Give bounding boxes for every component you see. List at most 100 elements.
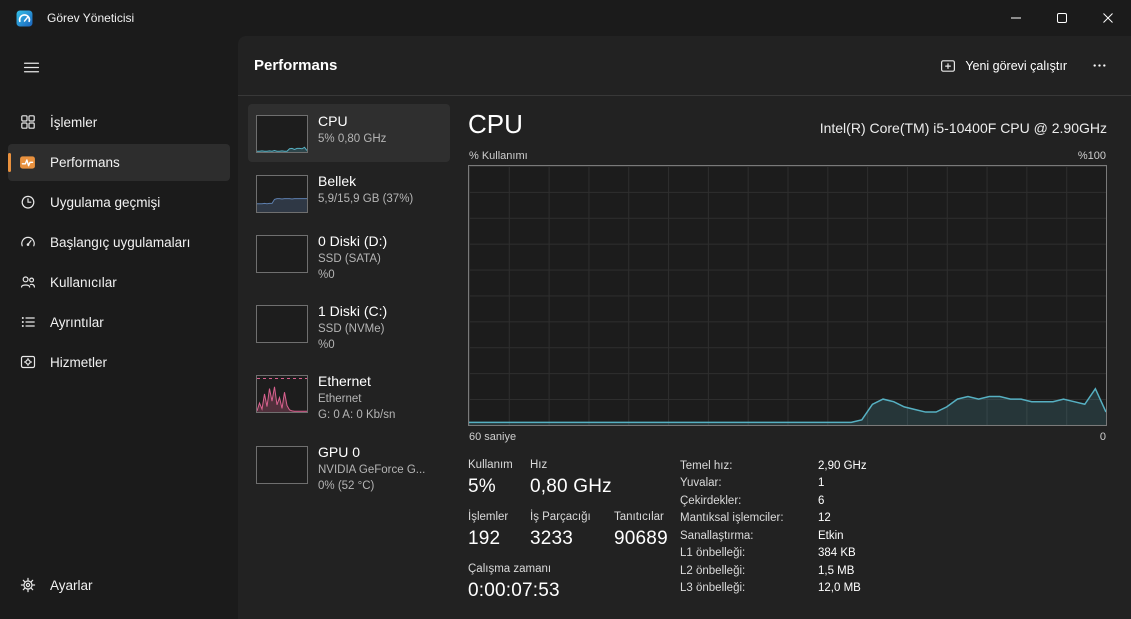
cpu-detail-title: CPU bbox=[468, 110, 523, 140]
graph-y-max-label: %100 bbox=[1078, 150, 1106, 162]
sidebar-item-label: Uygulama geçmişi bbox=[50, 195, 160, 210]
spec-label: Yuvalar: bbox=[680, 477, 812, 489]
spec-label: Mantıksal işlemciler: bbox=[680, 512, 812, 524]
run-new-task-label: Yeni görevi çalıştır bbox=[965, 59, 1067, 73]
more-dots-icon bbox=[1092, 58, 1107, 73]
stat-utilization: Kullanım 5% bbox=[468, 459, 530, 498]
cpu-mini-graph bbox=[256, 115, 308, 153]
more-options-button[interactable] bbox=[1081, 51, 1117, 81]
perf-item-detail: %0 bbox=[318, 267, 387, 283]
disk-d-mini-graph bbox=[256, 235, 308, 273]
settings-gear-icon bbox=[19, 577, 36, 594]
spec-value: 384 KB bbox=[818, 547, 867, 559]
graph-x-left-label: 60 saniye bbox=[469, 431, 516, 443]
spec-value: 12 bbox=[818, 512, 867, 524]
maximize-icon bbox=[1056, 12, 1068, 24]
perf-item-ethernet[interactable]: Ethernet Ethernet G: 0 A: 0 Kb/sn bbox=[248, 364, 450, 432]
disk-c-mini-graph bbox=[256, 305, 308, 343]
sidebar: İşlemler Performans Uygulama geçmişi Baş… bbox=[0, 36, 238, 619]
users-icon bbox=[19, 274, 36, 291]
sidebar-item-app-history[interactable]: Uygulama geçmişi bbox=[8, 184, 230, 221]
sidebar-item-label: İşlemler bbox=[50, 115, 97, 130]
spec-value: 1,5 MB bbox=[818, 565, 867, 577]
spec-label: Çekirdekler: bbox=[680, 495, 812, 507]
perf-item-disk-c[interactable]: 1 Diski (C:) SSD (NVMe) %0 bbox=[248, 294, 450, 362]
spec-value: Etkin bbox=[818, 530, 867, 542]
perf-item-cpu[interactable]: CPU 5% 0,80 GHz bbox=[248, 104, 450, 162]
page-title: Performans bbox=[254, 57, 337, 74]
maximize-button[interactable] bbox=[1039, 0, 1085, 36]
sidebar-item-services[interactable]: Hizmetler bbox=[8, 344, 230, 381]
new-task-icon bbox=[940, 58, 956, 74]
sidebar-item-details[interactable]: Ayrıntılar bbox=[8, 304, 230, 341]
perf-item-detail: NVIDIA GeForce G... bbox=[318, 462, 425, 478]
sidebar-item-label: Ayarlar bbox=[50, 578, 93, 593]
sidebar-item-startup-apps[interactable]: Başlangıç uygulamaları bbox=[8, 224, 230, 261]
perf-item-memory[interactable]: Bellek 5,9/15,9 GB (37%) bbox=[248, 164, 450, 222]
perf-item-name: 1 Diski (C:) bbox=[318, 303, 387, 319]
close-icon bbox=[1102, 12, 1114, 24]
window-title: Görev Yöneticisi bbox=[47, 11, 134, 25]
task-manager-window: Görev Yöneticisi İşlemler bbox=[0, 0, 1131, 619]
stat-threads: İş Parçacığı 3233 bbox=[530, 511, 614, 550]
history-clock-icon bbox=[19, 194, 36, 211]
perf-item-detail: 5,9/15,9 GB (37%) bbox=[318, 191, 413, 207]
performance-icon bbox=[19, 154, 36, 171]
spec-label: L3 önbelleği: bbox=[680, 582, 812, 594]
perf-item-name: Bellek bbox=[318, 173, 413, 189]
stat-uptime: Çalışma zamanı 0:00:07:53 bbox=[468, 563, 680, 602]
sidebar-item-settings[interactable]: Ayarlar bbox=[8, 567, 230, 604]
cpu-usage-area bbox=[469, 389, 1106, 425]
ethernet-mini-graph bbox=[256, 375, 308, 413]
graph-y-axis-label: % Kullanımı bbox=[469, 150, 528, 162]
window-controls bbox=[993, 0, 1131, 36]
perf-item-name: CPU bbox=[318, 113, 386, 129]
main-header: Performans Yeni görevi çalıştır bbox=[238, 36, 1131, 96]
stat-handles: Tanıtıcılar 90689 bbox=[614, 511, 680, 550]
sidebar-item-processes[interactable]: İşlemler bbox=[8, 104, 230, 141]
spec-label: L2 önbelleği: bbox=[680, 565, 812, 577]
cpu-detail-panel: CPU Intel(R) Core(TM) i5-10400F CPU @ 2.… bbox=[450, 104, 1107, 619]
sidebar-spacer bbox=[8, 382, 230, 565]
startup-gauge-icon bbox=[19, 234, 36, 251]
perf-item-gpu[interactable]: GPU 0 NVIDIA GeForce G... 0% (52 °C) bbox=[248, 435, 450, 503]
perf-item-detail: Ethernet bbox=[318, 391, 395, 407]
close-button[interactable] bbox=[1085, 0, 1131, 36]
sidebar-item-performance[interactable]: Performans bbox=[8, 144, 230, 181]
titlebar: Görev Yöneticisi bbox=[0, 0, 1131, 36]
perf-item-name: GPU 0 bbox=[318, 444, 425, 460]
cpu-usage-chart bbox=[469, 166, 1106, 425]
sidebar-item-users[interactable]: Kullanıcılar bbox=[8, 264, 230, 301]
perf-item-detail: SSD (NVMe) bbox=[318, 321, 387, 337]
spec-value: 12,0 MB bbox=[818, 582, 867, 594]
spec-value: 2,90 GHz bbox=[818, 460, 867, 472]
menu-toggle-button[interactable] bbox=[12, 50, 50, 84]
sidebar-item-label: Ayrıntılar bbox=[50, 315, 104, 330]
main-panel: Performans Yeni görevi çalıştır bbox=[238, 36, 1131, 619]
sidebar-item-label: Performans bbox=[50, 155, 120, 170]
perf-item-detail: 0% (52 °C) bbox=[318, 478, 425, 494]
minimize-icon bbox=[1010, 12, 1022, 24]
perf-item-disk-d[interactable]: 0 Diski (D:) SSD (SATA) %0 bbox=[248, 224, 450, 292]
stat-speed: Hız 0,80 GHz bbox=[530, 459, 680, 498]
spec-value: 6 bbox=[818, 495, 867, 507]
memory-mini-graph bbox=[256, 175, 308, 213]
perf-item-name: Ethernet bbox=[318, 373, 395, 389]
spec-label: L1 önbelleği: bbox=[680, 547, 812, 559]
perf-item-detail: 5% 0,80 GHz bbox=[318, 131, 386, 147]
sidebar-item-label: Hizmetler bbox=[50, 355, 107, 370]
spec-label: Temel hız: bbox=[680, 460, 812, 472]
minimize-button[interactable] bbox=[993, 0, 1039, 36]
services-gear-icon bbox=[19, 354, 36, 371]
perf-item-detail: SSD (SATA) bbox=[318, 251, 387, 267]
details-list-icon bbox=[19, 314, 36, 331]
processes-icon bbox=[19, 114, 36, 131]
cpu-spec-list: Temel hız: 2,90 GHz Yuvalar: 1 Çekirdekler… bbox=[680, 460, 867, 602]
spec-value: 1 bbox=[818, 477, 867, 489]
stat-processes: İşlemler 192 bbox=[468, 511, 530, 550]
cpu-usage-graph[interactable] bbox=[468, 165, 1107, 426]
cpu-model-name: Intel(R) Core(TM) i5-10400F CPU @ 2.90GH… bbox=[820, 120, 1107, 136]
perf-item-name: 0 Diski (D:) bbox=[318, 233, 387, 249]
run-new-task-button[interactable]: Yeni görevi çalıştır bbox=[930, 51, 1077, 81]
cpu-live-stats: Kullanım 5% Hız 0,80 GHz İşlemler 192 bbox=[468, 459, 680, 602]
